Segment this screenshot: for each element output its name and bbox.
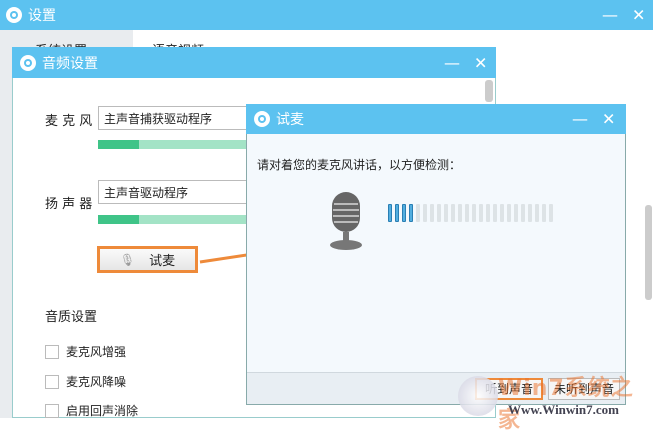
meter-segment <box>465 204 469 222</box>
meter-segment <box>535 204 539 222</box>
minimize-button[interactable]: — <box>572 110 588 129</box>
meter-segment <box>486 204 490 222</box>
test-dialog <box>246 104 626 405</box>
meter-segment <box>444 204 448 222</box>
meter-segment <box>528 204 532 222</box>
mic-device-select[interactable]: 主声音捕获驱动程序 <box>98 106 258 130</box>
meter-segment <box>472 204 476 222</box>
microphone-icon: 🎙 <box>119 252 136 267</box>
option-noise-reduction[interactable]: 麦克风降噪 <box>45 373 126 390</box>
close-button[interactable]: ✕ <box>602 110 615 129</box>
meter-segment <box>542 204 546 222</box>
meter-segment <box>500 204 504 222</box>
meter-segment <box>521 204 525 222</box>
meter-segment <box>395 204 399 222</box>
checkbox[interactable] <box>45 374 59 389</box>
test-prompt: 请对着您的麦克风讲话，以方便检测： <box>257 158 462 172</box>
test-mic-button[interactable]: 🎙 试麦 <box>97 246 198 273</box>
audio-scrollbar[interactable] <box>485 80 493 102</box>
meter-segment <box>458 204 462 222</box>
microphone-icon <box>330 192 362 250</box>
speaker-label: 扬 声 器 <box>45 197 93 212</box>
meter-segment <box>549 204 553 222</box>
heard-button[interactable]: 听到声音 <box>475 378 543 400</box>
meter-segment <box>507 204 511 222</box>
speaker-level-bar <box>98 215 248 224</box>
audio-titlebar: 音频设置 — ✕ <box>12 47 496 78</box>
mic-volume-meter <box>388 204 556 225</box>
meter-segment <box>451 204 455 222</box>
close-button[interactable]: ✕ <box>474 53 487 72</box>
not-heard-button[interactable]: 未听到声音 <box>548 378 620 400</box>
minimize-button[interactable]: — <box>602 6 618 25</box>
audio-title: 音频设置 <box>42 55 98 72</box>
meter-segment <box>402 204 406 222</box>
main-titlebar: 设置 — ✕ <box>0 0 653 30</box>
meter-segment <box>479 204 483 222</box>
checkbox[interactable] <box>45 344 59 359</box>
minimize-button[interactable]: — <box>444 53 460 72</box>
quality-title: 音质设置 <box>45 310 98 325</box>
test-titlebar: 试麦 — ✕ <box>246 104 626 134</box>
meter-segment <box>388 204 392 222</box>
option-mic-boost[interactable]: 麦克风增强 <box>45 343 126 360</box>
main-title: 设置 <box>28 8 56 24</box>
main-scrollbar[interactable] <box>645 205 652 300</box>
mic-label: 麦 克 风 <box>45 114 93 129</box>
option-echo-cancel[interactable]: 启用回声消除 <box>45 402 138 419</box>
speaker-device-select[interactable]: 主声音驱动程序 <box>98 180 258 204</box>
meter-segment <box>409 204 413 222</box>
test-title: 试麦 <box>276 112 304 128</box>
meter-segment <box>416 204 420 222</box>
gear-icon <box>20 54 36 71</box>
gear-icon <box>6 7 22 23</box>
meter-segment <box>437 204 441 222</box>
close-button[interactable]: ✕ <box>632 6 645 25</box>
meter-segment <box>423 204 427 222</box>
gear-icon <box>254 111 270 127</box>
mic-level-bar <box>98 140 248 149</box>
meter-segment <box>493 204 497 222</box>
meter-segment <box>430 204 434 222</box>
checkbox[interactable] <box>45 403 59 418</box>
meter-segment <box>514 204 518 222</box>
test-mic-label: 试麦 <box>149 254 176 269</box>
